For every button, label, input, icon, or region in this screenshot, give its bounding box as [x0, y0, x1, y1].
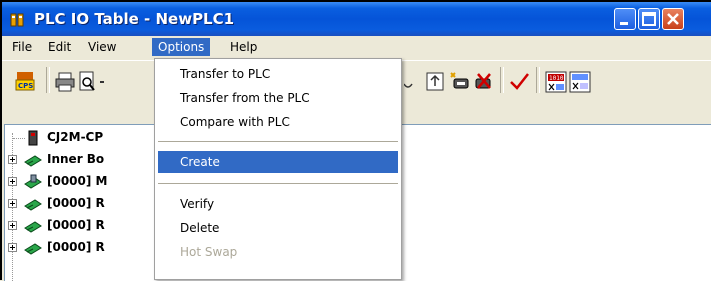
menu-item-create[interactable]: Create	[158, 151, 398, 173]
rack-icon	[23, 218, 43, 234]
main-rack-icon	[23, 174, 43, 190]
title-bar[interactable]: PLC IO Table - NewPLC1	[2, 2, 711, 36]
menu-help[interactable]: Help	[224, 38, 263, 56]
print-icon[interactable]	[54, 70, 78, 92]
io-table-icon[interactable]	[98, 70, 122, 92]
tree-item-label: [0000] M	[47, 174, 108, 188]
expand-icon[interactable]	[8, 243, 17, 252]
menu-item-transfer-to-plc[interactable]: Transfer to PLC	[158, 63, 398, 85]
menu-edit[interactable]: Edit	[42, 38, 77, 56]
tree-item-label: CJ2M-CP	[47, 130, 104, 144]
expand-icon[interactable]	[8, 177, 17, 186]
svg-text:CPS: CPS	[18, 82, 33, 90]
new-unit-icon[interactable]	[448, 70, 472, 92]
app-icon	[10, 12, 26, 28]
board-icon	[23, 152, 43, 168]
menu-item-verify[interactable]: Verify	[158, 193, 398, 215]
menu-item-delete[interactable]: Delete	[158, 217, 398, 239]
verify-check-icon[interactable]	[508, 70, 532, 92]
menu-separator	[158, 183, 398, 184]
window-title: PLC IO Table - NewPLC1	[34, 10, 235, 28]
upload-page-icon[interactable]	[424, 70, 448, 92]
svg-text:1010: 1010	[549, 75, 564, 82]
maximize-button[interactable]	[638, 8, 660, 30]
menu-item-hot-swap: Hot Swap	[180, 245, 238, 259]
expand-icon[interactable]	[8, 155, 17, 164]
menu-options[interactable]: Options	[152, 38, 211, 56]
menu-separator	[158, 141, 398, 142]
toolbar-separator	[500, 67, 504, 93]
menu-file[interactable]: File	[6, 38, 38, 56]
tree-item-label: [0000] R	[47, 240, 105, 254]
cpu-icon	[23, 130, 43, 146]
menu-bar: File Edit View Options Help	[2, 36, 711, 58]
menu-view[interactable]: View	[82, 38, 122, 56]
cps-icon[interactable]: CPS	[14, 70, 38, 92]
tree-item-label: [0000] R	[47, 218, 105, 232]
io-list-icon[interactable]	[568, 70, 592, 93]
expand-icon[interactable]	[8, 221, 17, 230]
tree-item-label: Inner Bo	[47, 152, 105, 166]
tree-item-label: [0000] R	[47, 196, 105, 210]
options-dropdown-menu: Transfer to PLC Transfer from the PLC Co…	[154, 58, 402, 280]
rack-icon	[23, 196, 43, 212]
minimize-button[interactable]	[614, 8, 636, 30]
delete-unit-icon[interactable]	[472, 70, 496, 92]
toolbar-separator	[46, 67, 50, 93]
rack-icon	[23, 240, 43, 256]
toolbar-separator	[536, 67, 540, 93]
print-preview-icon[interactable]	[76, 70, 100, 92]
minimize-icon	[620, 22, 628, 25]
close-button[interactable]	[662, 8, 684, 30]
menu-item-compare-with-plc[interactable]: Compare with PLC	[158, 111, 398, 133]
expand-icon[interactable]	[8, 199, 17, 208]
menu-item-transfer-from-plc[interactable]: Transfer from the PLC	[158, 87, 398, 109]
io-compare-icon[interactable]: 1010	[544, 70, 568, 93]
close-icon	[667, 13, 679, 25]
maximize-icon	[642, 12, 656, 26]
